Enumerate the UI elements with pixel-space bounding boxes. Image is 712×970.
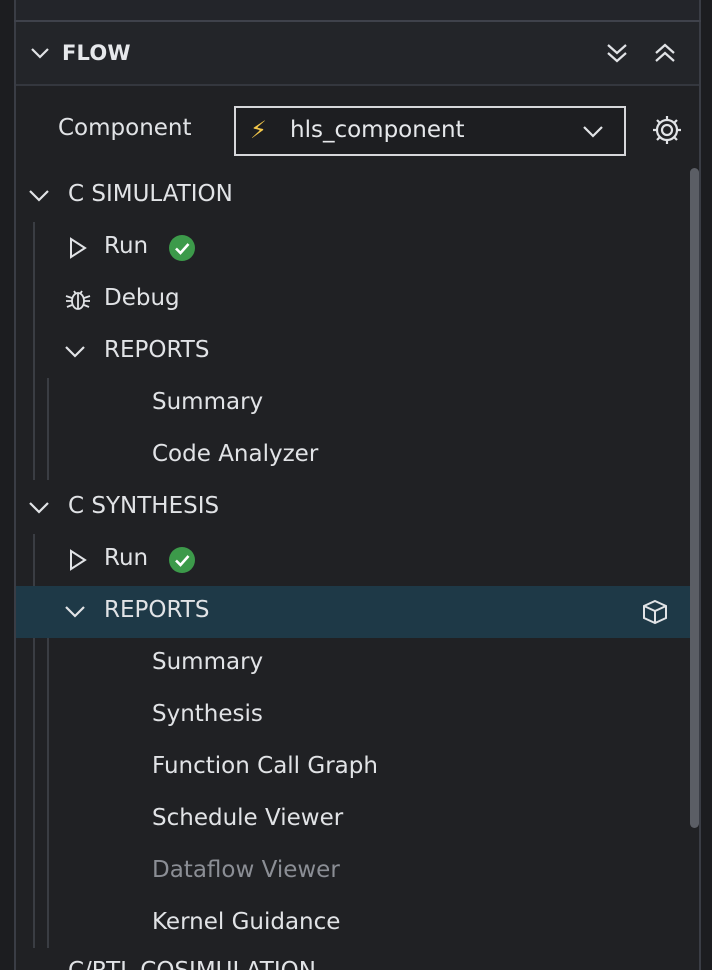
debug-label: Debug bbox=[104, 285, 180, 311]
flow-panel-header[interactable]: FLOW bbox=[16, 22, 699, 86]
report-label: Code Analyzer bbox=[152, 441, 319, 467]
expand-all-icon[interactable] bbox=[604, 40, 630, 70]
tree-item-report[interactable]: Schedule Viewer bbox=[16, 794, 690, 846]
group-title: C SYNTHESIS bbox=[68, 493, 220, 519]
tree-group-c-rtl-cosimulation[interactable]: C/RTL COSIMULATION bbox=[16, 950, 690, 970]
group-title: C SIMULATION bbox=[68, 181, 233, 207]
chevron-down-icon bbox=[28, 499, 50, 521]
check-circle-icon bbox=[168, 234, 196, 266]
tree-item-report[interactable]: Summary bbox=[16, 638, 690, 690]
right-frame bbox=[700, 0, 712, 970]
previous-panel-area bbox=[16, 0, 699, 20]
component-select-value: hls_component bbox=[290, 117, 465, 143]
report-label: Function Call Graph bbox=[152, 753, 378, 779]
tree-item-report[interactable]: Function Call Graph bbox=[16, 742, 690, 794]
panel-title: FLOW bbox=[62, 41, 131, 65]
run-label: Run bbox=[104, 233, 149, 259]
tree-group-c-simulation[interactable]: C SIMULATION bbox=[16, 170, 690, 222]
chevron-down-icon[interactable] bbox=[30, 44, 50, 66]
tree-item-report-disabled: Dataflow Viewer bbox=[16, 846, 690, 898]
bug-icon bbox=[64, 286, 92, 318]
tree-item-run[interactable]: Run bbox=[16, 534, 690, 586]
tree-item-reports[interactable]: REPORTS bbox=[16, 326, 690, 378]
vertical-scrollbar[interactable] bbox=[690, 168, 699, 828]
tree-item-debug[interactable]: Debug bbox=[16, 274, 690, 326]
gear-icon[interactable] bbox=[650, 113, 684, 151]
tree-item-run[interactable]: Run bbox=[16, 222, 690, 274]
tree-item-report[interactable]: Code Analyzer bbox=[16, 430, 690, 482]
reports-label: REPORTS bbox=[104, 597, 210, 623]
play-icon bbox=[68, 236, 88, 264]
report-label: Dataflow Viewer bbox=[152, 857, 340, 883]
report-label: Kernel Guidance bbox=[152, 909, 341, 935]
component-label: Component bbox=[58, 115, 192, 141]
group-title: C/RTL COSIMULATION bbox=[68, 958, 316, 970]
left-frame bbox=[0, 0, 14, 970]
run-label: Run bbox=[104, 545, 149, 571]
tree-group-c-synthesis[interactable]: C SYNTHESIS bbox=[16, 482, 690, 534]
component-select[interactable]: ⚡ hls_component bbox=[234, 106, 626, 156]
collapse-all-icon[interactable] bbox=[652, 40, 678, 70]
chevron-down-icon bbox=[64, 343, 86, 365]
tree-item-report[interactable]: Summary bbox=[16, 378, 690, 430]
play-icon bbox=[68, 548, 88, 576]
chevron-down-icon bbox=[28, 187, 50, 209]
tree-item-reports[interactable]: REPORTS bbox=[16, 586, 690, 638]
chevron-down-icon bbox=[64, 603, 86, 625]
report-label: Summary bbox=[152, 649, 264, 675]
cube-icon[interactable] bbox=[640, 598, 670, 630]
reports-label: REPORTS bbox=[104, 337, 210, 363]
chevron-down-icon bbox=[582, 122, 604, 144]
report-label: Schedule Viewer bbox=[152, 805, 344, 831]
check-circle-icon bbox=[168, 546, 196, 578]
report-label: Synthesis bbox=[152, 701, 263, 727]
tree-item-report[interactable]: Synthesis bbox=[16, 690, 690, 742]
lightning-icon: ⚡ bbox=[250, 116, 267, 144]
right-frame-border bbox=[699, 0, 701, 970]
report-label: Summary bbox=[152, 389, 264, 415]
header-bottom-border bbox=[16, 84, 699, 86]
tree-item-report[interactable]: Kernel Guidance bbox=[16, 898, 690, 950]
